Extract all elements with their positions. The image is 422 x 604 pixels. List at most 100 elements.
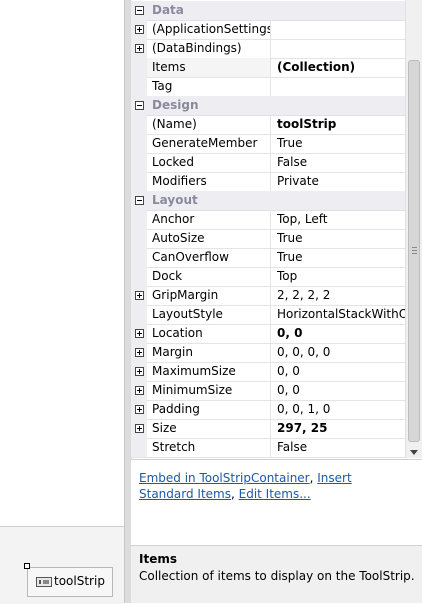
property-name[interactable]: Padding [147,400,271,419]
property-value[interactable]: Private [272,172,405,191]
property-value[interactable]: 0, 0 [272,324,405,343]
property-name[interactable]: Stretch [147,438,271,457]
property-row-padding[interactable]: Padding 0, 0, 1, 0 [131,400,405,420]
property-row-anchor[interactable]: Anchor Top, Left [131,210,405,230]
property-value[interactable]: False [272,438,405,457]
property-name[interactable]: (ApplicationSettings) [147,20,271,39]
property-row-stretch[interactable]: Stretch False [131,438,405,458]
row-gutter [131,172,147,191]
property-value[interactable]: 0, 0 [272,381,405,400]
property-name[interactable]: CanOverflow [147,248,271,267]
property-value[interactable]: True [272,229,405,248]
property-name[interactable]: (DataBindings) [147,39,271,58]
category-data[interactable]: Data [131,1,405,21]
collapse-icon[interactable] [135,196,144,205]
expand-icon[interactable] [135,386,144,395]
property-value[interactable]: HorizontalStackWithOve [272,305,405,324]
property-row-margin[interactable]: Margin 0, 0, 0, 0 [131,343,405,363]
commands-pane: Embed in ToolStripContainer, Insert Stan… [131,459,422,546]
property-row-location[interactable]: Location 0, 0 [131,324,405,344]
property-name[interactable]: GripMargin [147,286,271,305]
expand-icon[interactable] [135,25,144,34]
property-row-application-settings[interactable]: (ApplicationSettings) [131,20,405,40]
expand-icon[interactable] [135,348,144,357]
property-value[interactable]: Top [272,267,405,286]
property-value[interactable]: 2, 2, 2, 2 [272,286,405,305]
property-value[interactable]: 0, 0 [272,362,405,381]
property-row-locked[interactable]: Locked False [131,153,405,173]
designer-canvas[interactable] [0,0,124,603]
description-text: Collection of items to display on the To… [139,569,415,583]
row-gutter [131,324,147,343]
expand-icon[interactable] [135,424,144,433]
tray-item-toolstrip[interactable]: toolStrip [27,567,113,597]
expand-icon[interactable] [135,329,144,338]
embed-in-toolstripcontainer-link[interactable]: Embed in ToolStripContainer [139,471,310,485]
property-value[interactable]: False [272,153,405,172]
property-value[interactable]: True [272,134,405,153]
expand-icon[interactable] [135,44,144,53]
property-row-items[interactable]: Items (Collection) [131,58,405,78]
scrollbar-thumb[interactable] [408,60,420,442]
expand-icon[interactable] [135,291,144,300]
property-name[interactable]: MinimumSize [147,381,271,400]
property-value[interactable]: (Collection) [272,58,405,77]
thumb-grip [412,247,417,248]
property-row-grip-margin[interactable]: GripMargin 2, 2, 2, 2 [131,286,405,306]
property-row-name[interactable]: (Name) toolStrip [131,115,405,135]
property-row-can-overflow[interactable]: CanOverflow True [131,248,405,268]
property-name[interactable]: Margin [147,343,271,362]
property-grid-scrollbar[interactable] [405,0,422,458]
property-value[interactable] [272,39,405,58]
property-name[interactable]: LayoutStyle [147,305,271,324]
property-name[interactable]: (Name) [147,115,271,134]
property-value[interactable]: 0, 0, 0, 0 [272,343,405,362]
property-row-size[interactable]: Size 297, 25 [131,419,405,439]
property-name[interactable]: Locked [147,153,271,172]
edit-items-link[interactable]: Edit Items... [239,487,311,501]
property-name[interactable]: MaximumSize [147,362,271,381]
selection-handle[interactable] [24,563,30,569]
row-gutter [131,248,147,267]
property-value[interactable]: toolStrip [272,115,405,134]
toolstrip-icon [36,577,52,587]
property-name[interactable]: Size [147,419,271,438]
expand-icon[interactable] [135,367,144,376]
property-grid: Data (ApplicationSettings) (DataBindings) I… [131,0,422,458]
property-name[interactable]: Modifiers [147,172,271,191]
property-name[interactable]: Anchor [147,210,271,229]
scroll-down-arrow-icon[interactable] [410,450,418,455]
property-value[interactable]: True [272,248,405,267]
row-gutter [131,115,147,134]
row-gutter [131,362,147,381]
property-row-data-bindings[interactable]: (DataBindings) [131,39,405,59]
property-value[interactable]: Top, Left [272,210,405,229]
property-row-minimum-size[interactable]: MinimumSize 0, 0 [131,381,405,401]
property-name[interactable]: AutoSize [147,229,271,248]
property-row-modifiers[interactable]: Modifiers Private [131,172,405,192]
row-gutter [131,305,147,324]
property-row-dock[interactable]: Dock Top [131,267,405,287]
row-gutter [131,210,147,229]
row-gutter [131,419,147,438]
category-design[interactable]: Design [131,96,405,116]
property-name[interactable]: Items [147,58,271,77]
property-value[interactable]: 297, 25 [272,419,405,438]
property-value[interactable] [272,77,405,96]
category-layout[interactable]: Layout [131,191,405,211]
property-row-maximum-size[interactable]: MaximumSize 0, 0 [131,362,405,382]
collapse-icon[interactable] [135,101,144,110]
property-name[interactable]: Dock [147,267,271,286]
property-row-auto-size[interactable]: AutoSize True [131,229,405,249]
property-row-tag[interactable]: Tag [131,77,405,97]
property-name[interactable]: Location [147,324,271,343]
property-value[interactable] [272,20,405,39]
property-row-generate-member[interactable]: GenerateMember True [131,134,405,154]
expand-icon[interactable] [135,405,144,414]
property-name[interactable]: GenerateMember [147,134,271,153]
thumb-grip [412,253,417,254]
property-name[interactable]: Tag [147,77,271,96]
property-row-layout-style[interactable]: LayoutStyleHorizontalStackWithOve [131,305,405,325]
collapse-icon[interactable] [135,6,144,15]
property-value[interactable]: 0, 0, 1, 0 [272,400,405,419]
